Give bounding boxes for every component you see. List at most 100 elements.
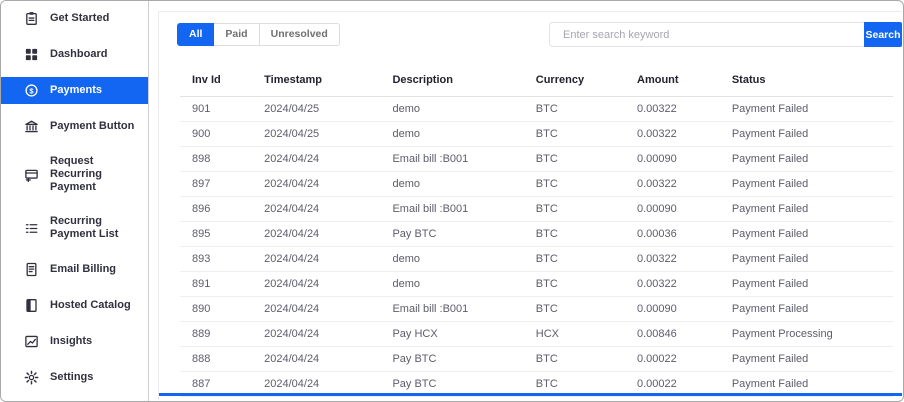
cell-currency: BTC [535, 271, 637, 297]
cell-inv-id: 895 [180, 221, 265, 247]
cell-description: demo [392, 171, 536, 197]
svg-text:$: $ [29, 86, 34, 95]
table-row[interactable]: 893 2024/04/24 demo BTC 0.00322 Payment Faile… [180, 246, 893, 272]
filter-tab-unresolved[interactable]: Unresolved [259, 23, 340, 46]
cell-status: Payment Failed [731, 346, 893, 372]
cell-timestamp: 2024/04/24 [264, 346, 393, 372]
cell-amount: 0.00322 [637, 96, 732, 122]
table-row[interactable]: 888 2024/04/24 Pay BTC BTC 0.00022 Payment Fa… [180, 346, 893, 372]
table-row[interactable]: 897 2024/04/24 demo BTC 0.00322 Payment Faile… [180, 171, 893, 197]
cell-amount: 0.00322 [637, 121, 732, 147]
sidebar-item-dashboard[interactable]: Dashboard [1, 41, 148, 68]
cell-status: Payment Failed [731, 96, 893, 122]
cell-amount: 0.00322 [637, 246, 732, 272]
cell-currency: BTC [535, 221, 637, 247]
column-header-inv-id: Inv Id [180, 68, 265, 97]
cell-amount: 0.00090 [637, 196, 732, 222]
sidebar-item-recurring-payment-list[interactable]: Recurring Payment List [1, 209, 148, 247]
cell-status: Payment Failed [731, 296, 893, 322]
sidebar-item-insights[interactable]: Insights [1, 328, 148, 355]
cell-description: Email bill :B001 [392, 146, 536, 172]
table-row[interactable]: 901 2024/04/25 demo BTC 0.00322 Payment Faile… [180, 96, 893, 122]
table-row[interactable]: 896 2024/04/24 Email bill :B001 BTC 0.00090 P… [180, 196, 893, 222]
cell-description: Pay HCX [392, 321, 536, 347]
sidebar-item-label: Settings [50, 371, 94, 383]
table-row[interactable]: 900 2024/04/25 demo BTC 0.00322 Payment Faile… [180, 121, 893, 147]
dollar-circle-icon: $ [24, 83, 39, 98]
sidebar-item-label: Recurring Payment List [50, 215, 119, 240]
cell-amount: 0.00036 [637, 221, 732, 247]
sidebar-item-hosted-catalog[interactable]: Hosted Catalog [1, 292, 148, 319]
cell-timestamp: 2024/04/25 [264, 96, 393, 122]
cell-amount: 0.00322 [637, 271, 732, 297]
column-header-amount: Amount [637, 68, 732, 97]
cell-description: demo [392, 271, 536, 297]
cell-currency: BTC [535, 171, 637, 197]
sidebar-item-label: Hosted Catalog [50, 299, 131, 311]
cell-inv-id: 890 [180, 296, 265, 322]
table-row[interactable]: 895 2024/04/24 Pay BTC BTC 0.00036 Payment Fa… [180, 221, 893, 247]
card-plus-icon [24, 167, 39, 182]
cell-timestamp: 2024/04/24 [264, 196, 393, 222]
column-header-status: Status [731, 68, 893, 97]
bottom-accent-bar [159, 393, 902, 396]
cell-amount: 0.00846 [637, 321, 732, 347]
cell-status: Payment Processing [731, 321, 893, 347]
search-input[interactable] [549, 22, 864, 47]
cell-inv-id: 897 [180, 171, 265, 197]
cell-inv-id: 900 [180, 121, 265, 147]
sidebar-item-get-started[interactable]: Get Started [1, 5, 148, 32]
sidebar-item-label: Dashboard [50, 48, 108, 60]
cell-inv-id: 891 [180, 271, 265, 297]
sidebar-item-request-recurring-payment[interactable]: Request Recurring Payment [1, 149, 148, 200]
sidebar: Get Started Dashboard $ Payments Payment But… [1, 1, 149, 401]
cell-status: Payment Failed [731, 246, 893, 272]
sidebar-item-settings[interactable]: Settings [1, 364, 148, 391]
table-body: 901 2024/04/25 demo BTC 0.00322 Payment Faile… [180, 96, 893, 397]
payments-panel: AllPaidUnresolved Search Inv IdTimestamp… [158, 11, 902, 400]
cell-timestamp: 2024/04/24 [264, 221, 393, 247]
chart-icon [24, 334, 39, 349]
table-header-row: Inv Id Timestamp Description Currency Amount… [180, 68, 893, 97]
cell-timestamp: 2024/04/24 [264, 146, 393, 172]
sidebar-item-email-billing[interactable]: Email Billing [1, 256, 148, 283]
table-row[interactable]: 898 2024/04/24 Email bill :B001 BTC 0.00090 P… [180, 146, 893, 172]
cell-currency: BTC [535, 146, 637, 172]
sidebar-item-payments[interactable]: $ Payments [1, 77, 148, 104]
list-icon [24, 221, 39, 236]
cell-timestamp: 2024/04/24 [264, 171, 393, 197]
bank-icon [24, 119, 39, 134]
toolbar: AllPaidUnresolved Search [159, 12, 902, 47]
cell-description: Pay BTC [392, 346, 536, 372]
cell-status: Payment Failed [731, 121, 893, 147]
cell-status: Payment Failed [731, 146, 893, 172]
sidebar-item-label: Request Recurring Payment [50, 155, 102, 193]
grid-icon [24, 47, 39, 62]
cell-currency: BTC [535, 196, 637, 222]
cell-amount: 0.00022 [637, 346, 732, 372]
table-row[interactable]: 890 2024/04/24 Email bill :B001 BTC 0.00090 P… [180, 296, 893, 322]
book-icon [24, 298, 39, 313]
search-box: Search [549, 22, 902, 47]
cell-description: demo [392, 246, 536, 272]
cell-timestamp: 2024/04/24 [264, 246, 393, 272]
search-button[interactable]: Search [864, 22, 902, 47]
column-header-currency: Currency [535, 68, 637, 97]
cell-status: Payment Failed [731, 271, 893, 297]
sidebar-item-label: Payment Button [50, 120, 135, 132]
filter-tab-paid[interactable]: Paid [214, 23, 260, 46]
clipboard-icon [24, 11, 39, 26]
table-row[interactable]: 891 2024/04/24 demo BTC 0.00322 Payment Faile… [180, 271, 893, 297]
cell-inv-id: 898 [180, 146, 265, 172]
cell-status: Payment Failed [731, 196, 893, 222]
cell-currency: BTC [535, 96, 637, 122]
filter-tab-all[interactable]: All [177, 23, 215, 46]
table-row[interactable]: 889 2024/04/24 Pay HCX HCX 0.00846 Payment Pr… [180, 321, 893, 347]
gear-icon [24, 370, 39, 385]
cell-description: demo [392, 121, 536, 147]
file-text-icon [24, 262, 39, 277]
cell-currency: BTC [535, 121, 637, 147]
sidebar-item-payment-button[interactable]: Payment Button [1, 113, 148, 140]
cell-amount: 0.00090 [637, 296, 732, 322]
cell-status: Payment Failed [731, 221, 893, 247]
